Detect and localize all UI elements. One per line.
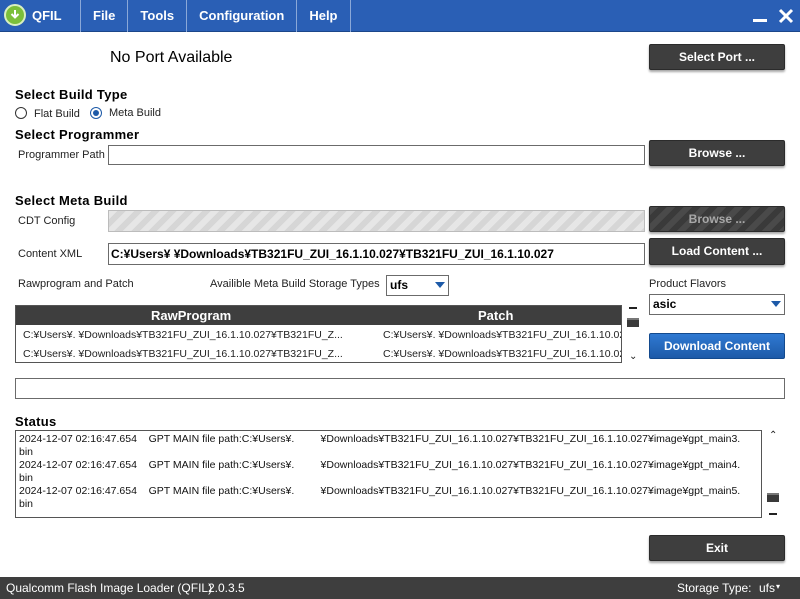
product-flavors-label: Product Flavors [649,278,727,290]
programmer-path-field[interactable] [108,145,645,165]
select-port-button[interactable]: Select Port ... [649,44,785,70]
chevron-down-icon [435,282,445,288]
table-scroll-thumb[interactable] [627,318,639,327]
footer-storage-label: Storage Type: [677,581,752,595]
status-line: 2024-12-07 02:16:47.654 GPT MAIN file pa… [19,485,741,497]
status-heading: Status [15,414,57,429]
app-name: QFIL [32,8,62,23]
status-line: 2024-12-07 02:16:47.654 GPT MAIN file pa… [19,459,741,471]
close-icon[interactable] [776,6,796,26]
footer-storage-value: ufs [759,581,776,595]
download-content-button[interactable]: Download Content [649,333,785,359]
table-scroll-up-button[interactable] [629,307,637,309]
chevron-down-icon[interactable]: ⌄ [629,351,637,362]
rawprogram-label: Rawprogram and Patch [18,278,134,290]
programmer-browse-button[interactable]: Browse ... [649,140,785,166]
build-type-heading: Select Build Type [15,87,128,102]
status-line: bin [19,472,34,484]
storage-type-value: ufs [390,278,408,292]
status-scroll-thumb[interactable] [767,493,779,502]
programmer-heading: Select Programmer [15,127,140,142]
product-flavor-select[interactable]: asic [649,294,785,315]
status-line: bin [19,498,34,510]
status-scroll-down-button[interactable] [769,513,777,515]
progress-bar [15,378,785,399]
rawprogram-patch-table: RawProgram Patch C:¥Users¥. ¥Downloads¥T… [15,305,622,363]
meta-build-radio[interactable] [90,107,102,119]
flat-build-radio[interactable] [15,107,27,119]
exit-button[interactable]: Exit [649,535,785,561]
status-log[interactable]: 2024-12-07 02:16:47.654 GPT MAIN file pa… [15,430,762,518]
main-panel: No Port Available Select Port ... Select… [0,32,800,577]
content-xml-field[interactable]: C:¥Users¥ ¥Downloads¥TB321FU_ZUI_16.1.10… [108,243,645,265]
product-flavor-value: asic [653,297,677,311]
content-xml-label: Content XML [18,248,83,260]
patch-cell: C:¥Users¥. ¥Downloads¥TB321FU_ZUI_16.1.1… [383,329,621,341]
menu-tools[interactable]: Tools [127,0,186,32]
status-line: bin [19,446,34,458]
load-content-button[interactable]: Load Content ... [649,238,785,265]
chevron-up-icon[interactable]: ⌃ [769,430,777,441]
storage-type-select[interactable]: ufs [386,275,449,296]
menu-bar: File Tools Configuration Help [80,0,351,32]
patch-cell: C:¥Users¥. ¥Downloads¥TB321FU_ZUI_16.1.1… [383,348,621,360]
storage-types-label: Availible Meta Build Storage Types [210,278,380,290]
minimize-icon[interactable] [750,6,770,26]
chevron-down-icon[interactable]: ▾ [776,582,780,591]
status-line: 2024-12-07 02:16:47.654 GPT MAIN file pa… [19,433,741,445]
cdt-config-label: CDT Config [18,215,76,227]
table-header: RawProgram Patch [16,306,621,325]
rawprogram-cell: C:¥Users¥. ¥Downloads¥TB321FU_ZUI_16.1.1… [23,329,343,341]
menu-file[interactable]: File [80,0,127,32]
flat-build-label: Flat Build [34,108,80,120]
meta-build-label: Meta Build [109,107,161,119]
download-arrow-icon [4,4,26,26]
table-row[interactable]: C:¥Users¥. ¥Downloads¥TB321FU_ZUI_16.1.1… [16,325,621,344]
title-bar: QFIL File Tools Configuration Help [0,0,800,32]
footer-status-bar: Qualcomm Flash Image Loader (QFIL) 2.0.3… [0,577,800,599]
meta-build-heading: Select Meta Build [15,193,128,208]
programmer-path-label: Programmer Path [18,149,105,161]
menu-help[interactable]: Help [296,0,351,32]
cdt-config-field [108,210,645,232]
rawprogram-cell: C:¥Users¥. ¥Downloads¥TB321FU_ZUI_16.1.1… [23,348,343,360]
chevron-down-icon [771,301,781,307]
menu-configuration[interactable]: Configuration [186,0,296,32]
footer-app-title: Qualcomm Flash Image Loader (QFIL) [6,581,213,595]
footer-version: 2.0.3.5 [208,581,245,595]
column-header-patch: Patch [478,308,514,323]
port-status: No Port Available [110,49,233,66]
table-row[interactable]: C:¥Users¥. ¥Downloads¥TB321FU_ZUI_16.1.1… [16,344,621,362]
column-header-rawprogram: RawProgram [151,308,232,323]
cdt-browse-button: Browse ... [649,206,785,232]
